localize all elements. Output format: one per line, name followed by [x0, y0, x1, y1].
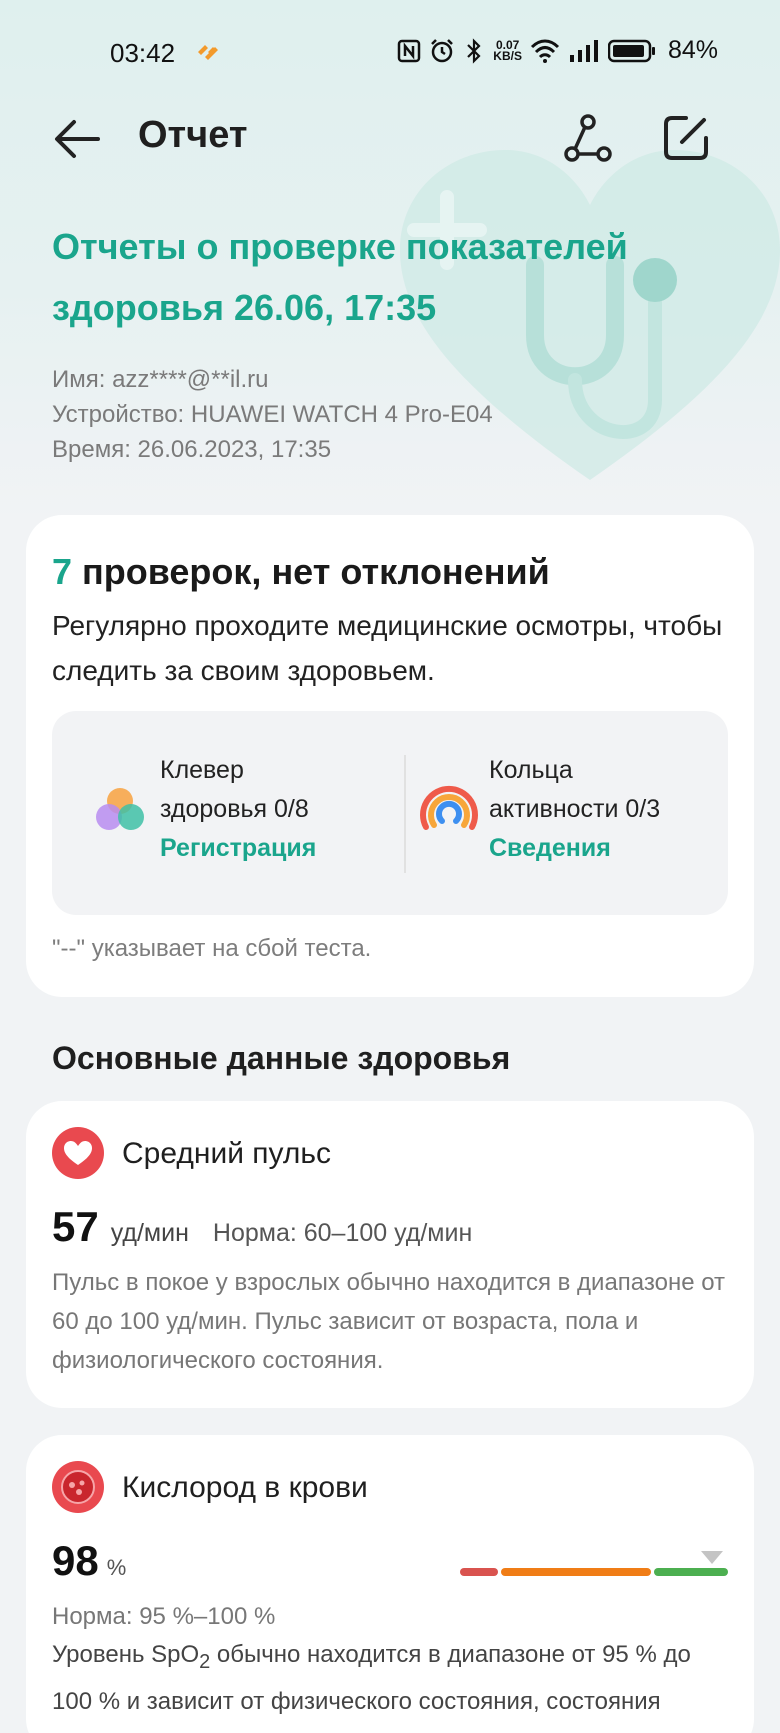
oxygen-description: Уровень SpO2 обычно находится в диапазон… [52, 1635, 732, 1733]
pulse-title: Средний пульс [122, 1137, 332, 1170]
summary-text: Регулярно проходите медицинские осмотры,… [52, 610, 723, 686]
oxygen-desc-prefix: Уровень SpO [52, 1641, 200, 1668]
activity-rings-icon [420, 785, 478, 830]
pulse-value-row: 57 уд/мин Норма: 60–100 уд/мин [52, 1203, 472, 1251]
pulse-unit: уд/мин [110, 1219, 189, 1247]
report-time: Время: 26.06.2023, 17:35 [52, 436, 332, 463]
wifi-icon [530, 39, 560, 63]
clover-label-1: Клевер [160, 756, 244, 784]
clover-label-2: здоровья 0/8 [160, 795, 309, 823]
scale-segment-mid [501, 1568, 651, 1576]
rings-label-1: Кольца [489, 756, 573, 784]
failure-note: "--" указывает на сбой теста. [52, 935, 372, 962]
heart-icon [52, 1127, 104, 1179]
oxygen-value: 98 [52, 1537, 99, 1584]
summary-headline: 7 проверок, нет отклонений [52, 551, 550, 593]
alarm-icon [431, 38, 454, 62]
battery-icon [607, 39, 655, 62]
checks-count: 7 [52, 551, 73, 592]
status-bar: 03:42 0.07 KB/S 84% [0, 0, 780, 100]
pulse-value: 57 [52, 1203, 99, 1250]
divider [404, 755, 406, 873]
oxygen-scale-bar [460, 1568, 728, 1576]
share-icon[interactable] [560, 110, 616, 166]
health-clover-metric: Клевер здоровья 0/8 Регистрация [160, 751, 316, 868]
oxygen-value-row: 98 % [52, 1537, 126, 1585]
pulse-norm: Норма: 60–100 уд/мин [212, 1219, 473, 1247]
signal-icon [569, 39, 598, 62]
section-title: Основные данные здоровья [52, 1040, 511, 1076]
details-link[interactable]: Сведения [489, 829, 660, 868]
page-title: Отчет [138, 114, 248, 156]
activity-rings-metric: Кольца активности 0/3 Сведения [489, 751, 660, 868]
report-meta: Имя: azz****@**il.ru Устройство: HUAWEI … [52, 362, 493, 467]
scale-marker-icon [701, 1551, 723, 1564]
pulse-description: Пульс в покое у взрослых обычно находитс… [52, 1269, 726, 1374]
rings-label-2: активности 0/3 [489, 795, 661, 823]
blood-oxygen-icon [52, 1461, 104, 1513]
back-arrow-icon[interactable] [50, 114, 106, 164]
registration-link[interactable]: Регистрация [160, 829, 316, 868]
summary-card: 7 проверок, нет отклонений Регулярно про… [26, 515, 754, 997]
network-speed: 0.07 KB/S [493, 39, 522, 63]
app-bar: Отчет [0, 100, 780, 180]
scale-segment-normal [654, 1568, 728, 1576]
net-speed-unit: KB/S [493, 48, 522, 63]
summary-headline-text: проверок, нет отклонений [72, 551, 550, 592]
report-user-name: Имя: azz****@**il.ru [52, 366, 269, 393]
oxygen-norm: Норма: 95 %–100 % [52, 1603, 276, 1630]
oxygen-title: Кислород в крови [122, 1471, 368, 1504]
status-time: 03:42 [110, 38, 176, 68]
scale-segment-low [460, 1568, 498, 1576]
battery-percent: 84% [667, 36, 718, 64]
oxygen-card[interactable]: Кислород в крови 98 % Норма: 95 %–100 % … [26, 1435, 754, 1733]
report-device: Устройство: HUAWEI WATCH 4 Pro-E04 [52, 401, 493, 428]
app-notification-icon [198, 45, 218, 60]
report-title: Отчеты о проверке показателей здоровья 2… [52, 226, 628, 328]
pulse-card[interactable]: Средний пульс 57 уд/мин Норма: 60–100 уд… [26, 1101, 754, 1408]
nfc-icon [398, 39, 421, 62]
oxygen-unit: % [106, 1555, 127, 1580]
metrics-box: Клевер здоровья 0/8 Регистрация Кольца а… [52, 711, 728, 915]
edit-icon[interactable] [658, 110, 714, 166]
oxygen-desc-sub: 2 [199, 1650, 211, 1673]
health-clover-icon [96, 788, 144, 830]
bluetooth-icon [467, 37, 481, 64]
